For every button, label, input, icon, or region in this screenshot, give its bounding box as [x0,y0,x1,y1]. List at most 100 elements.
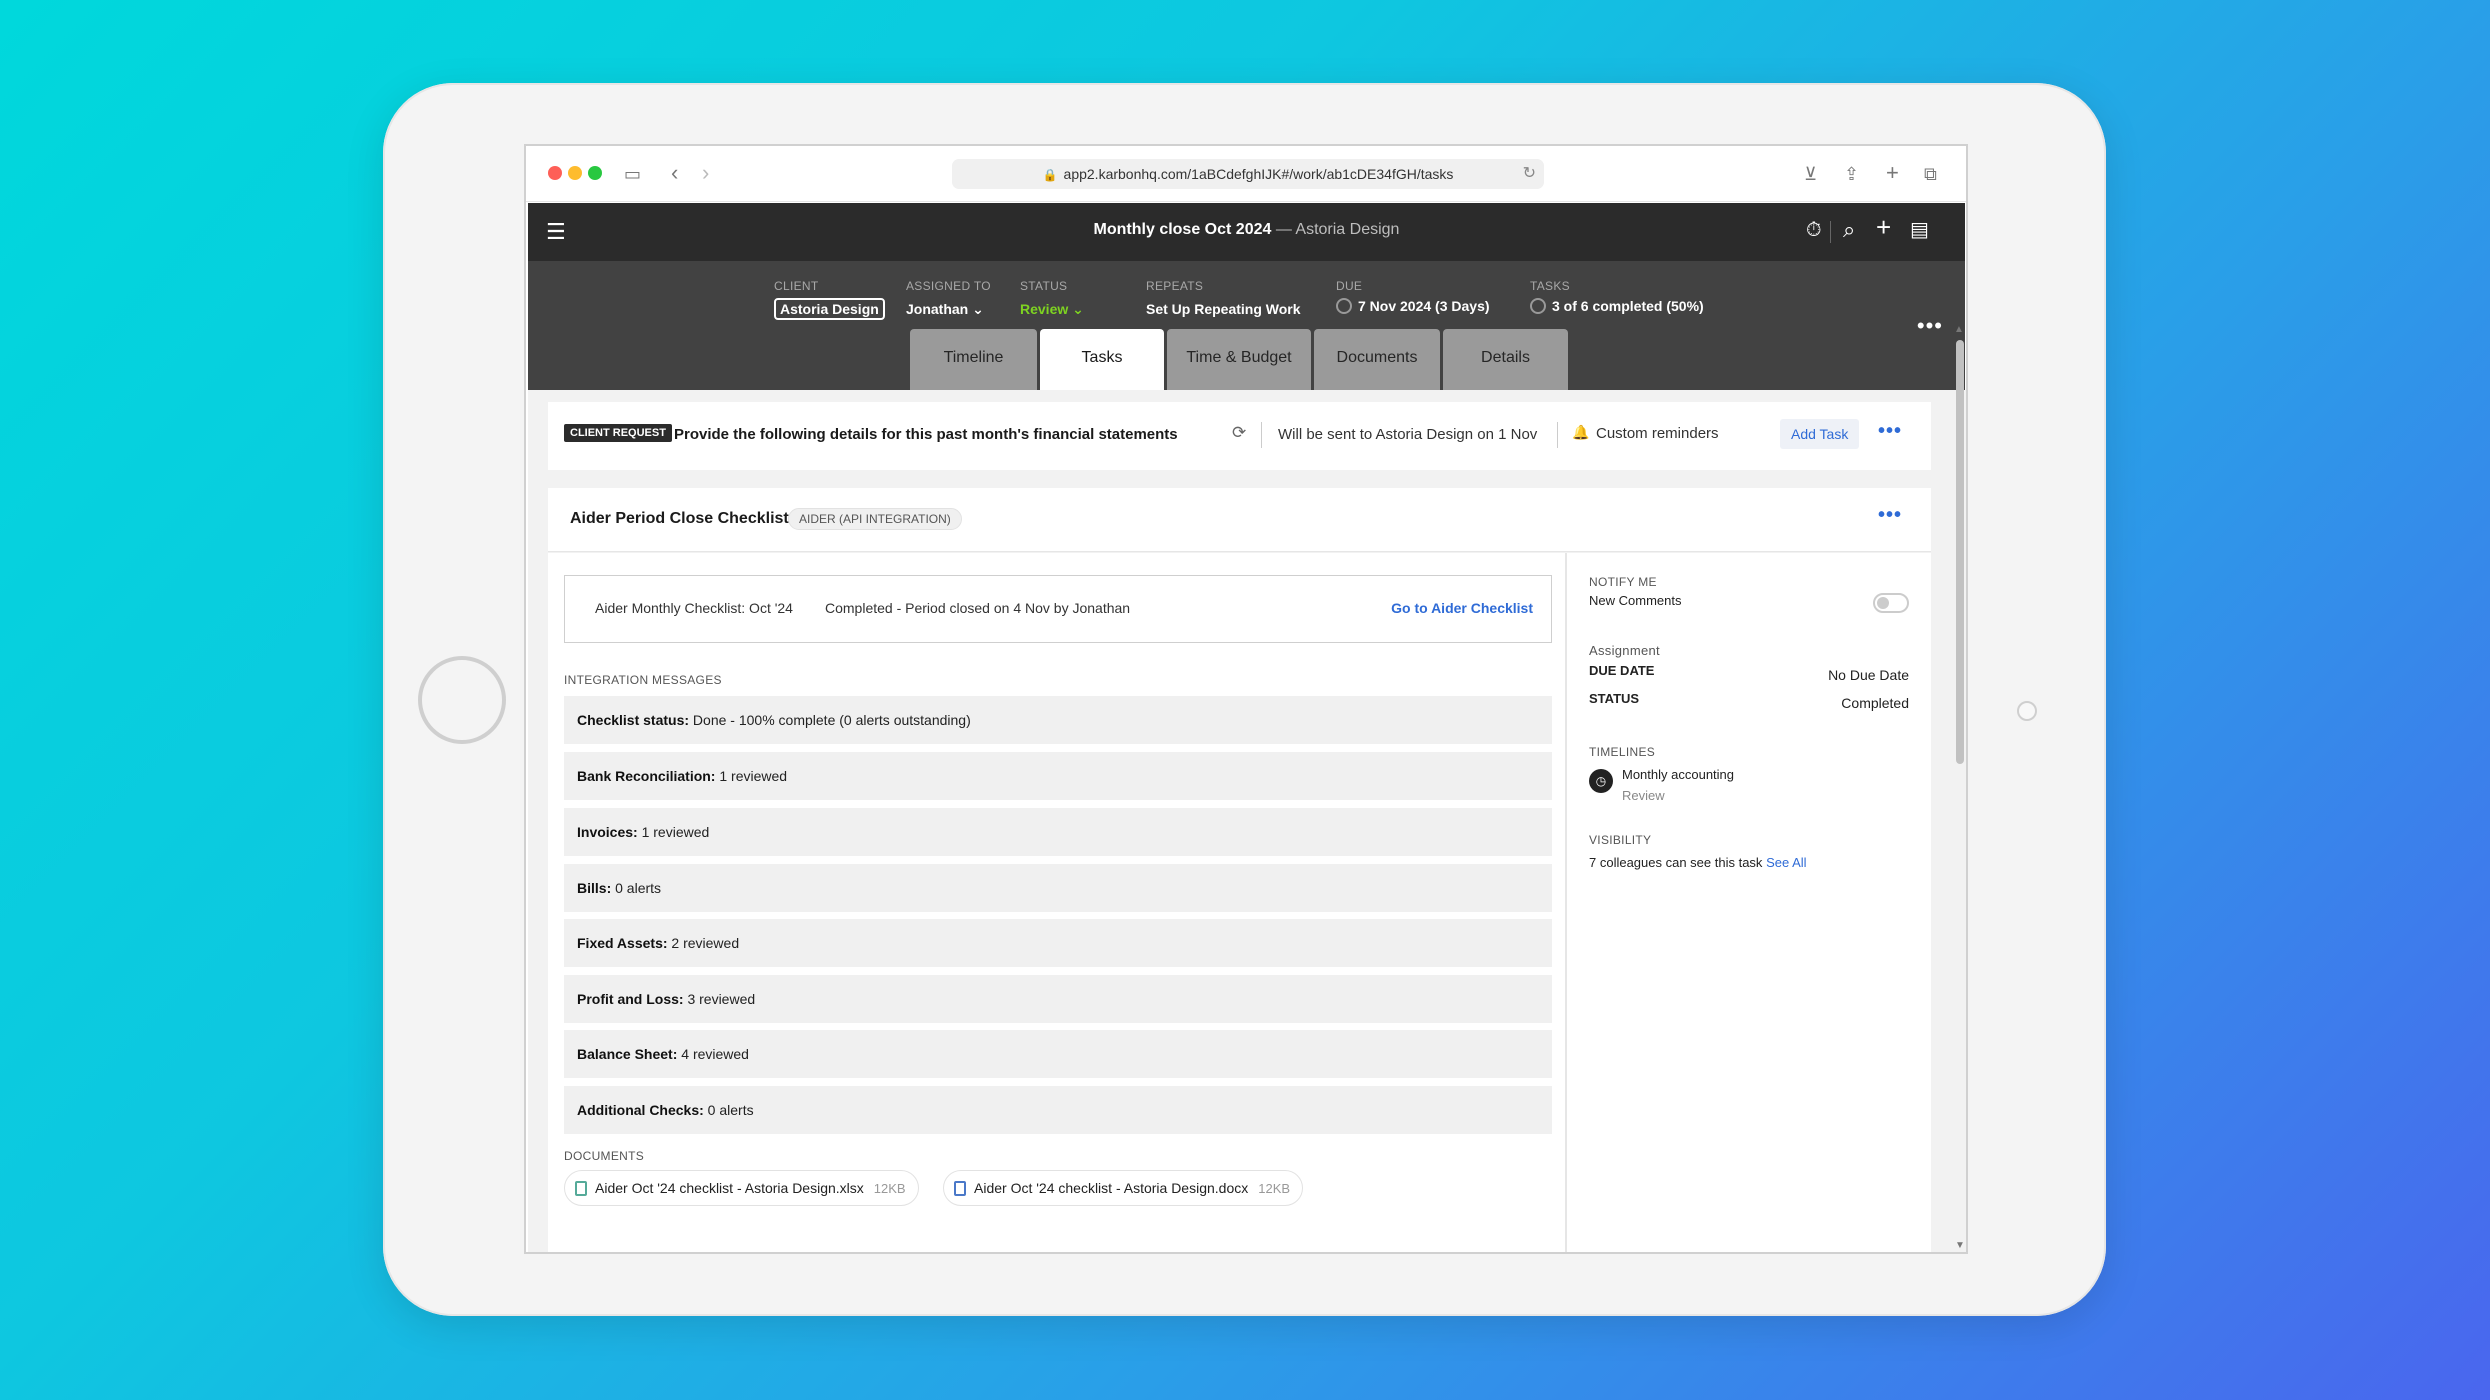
timer-icon[interactable]: ⏱ [1806,216,1822,244]
message-key: Profit and Loss: [577,991,684,1007]
client-request-text[interactable]: Provide the following details for this p… [674,426,1178,443]
checklist-header: Aider Period Close Checklist AIDER (API … [548,488,1931,552]
repeats-field[interactable]: REPEATS Set Up Repeating Work [1146,279,1301,317]
toggle-knob [1877,597,1889,609]
document-name: Aider Oct '24 checklist - Astoria Design… [595,1180,864,1196]
summary-name: Aider Monthly Checklist: Oct '24 [595,600,793,616]
scroll-thumb[interactable] [1956,340,1964,764]
visibility-count: 7 colleagues can see this task [1589,855,1763,870]
minimize-window-button[interactable] [568,166,582,180]
tab-documents[interactable]: Documents [1314,329,1440,390]
due-value: 7 Nov 2024 (3 Days) [1358,298,1490,314]
due-circle-icon [1336,298,1352,314]
sidebar-toggle-icon[interactable]: ▭ [624,161,641,187]
client-field[interactable]: CLIENT Astoria Design [774,279,885,320]
scroll-down-icon[interactable]: ▼ [1955,1240,1965,1251]
checklist-main: Aider Monthly Checklist: Oct '24 Complet… [548,553,1565,1252]
url-text: app2.karbonhq.com/1aBCdefghIJK#/work/ab1… [1063,166,1454,182]
document-chip-docx[interactable]: Aider Oct '24 checklist - Astoria Design… [943,1170,1304,1206]
send-schedule-text: Will be sent to Astoria Design on 1 Nov [1278,426,1538,443]
chevron-down-icon: ⌄ [972,301,984,317]
forward-icon[interactable]: › [702,160,709,186]
client-chip[interactable]: Astoria Design [774,298,885,320]
maximize-window-button[interactable] [588,166,602,180]
more-options-icon[interactable]: ••• [1917,313,1943,339]
status-label: STATUS [1020,279,1068,293]
repeat-icon: ⟳ [1232,423,1247,442]
integration-message: Invoices: 1 reviewed [564,808,1552,856]
document-name: Aider Oct '24 checklist - Astoria Design… [974,1180,1249,1196]
see-all-link[interactable]: See All [1766,855,1806,870]
due-label: DUE [1336,279,1363,293]
share-icon[interactable]: ⇪ [1844,161,1859,187]
message-value: 0 alerts [703,1102,754,1118]
custom-reminders[interactable]: Custom reminders [1596,425,1719,442]
assigned-field[interactable]: ASSIGNED TO Jonathan ⌄ [906,279,991,318]
home-button [418,656,506,744]
new-tab-icon[interactable]: + [1886,160,1899,186]
message-key: Invoices: [577,824,638,840]
spreadsheet-file-icon [575,1181,587,1196]
status-value[interactable]: Completed [1841,695,1909,711]
integration-message: Profit and Loss: 3 reviewed [564,975,1552,1023]
message-key: Fixed Assets: [577,935,668,951]
close-window-button[interactable] [548,166,562,180]
add-task-button[interactable]: Add Task [1780,419,1860,449]
due-date-label: DUE DATE [1589,663,1655,678]
page-title: Monthly close Oct 2024 — Astoria Design [528,221,1965,239]
chevron-down-icon: ⌄ [1072,301,1084,317]
new-comments-label: New Comments [1589,593,1682,608]
due-date-value[interactable]: No Due Date [1828,667,1909,683]
camera [2017,701,2037,721]
download-icon[interactable]: ⊻ [1804,161,1817,187]
integration-message: Bank Reconciliation: 1 reviewed [564,752,1552,800]
message-value: 2 reviewed [667,935,740,951]
message-key: Additional Checks: [577,1102,704,1118]
tasks-progress-icon [1530,298,1546,314]
word-file-icon [954,1181,966,1196]
client-request-badge: CLIENT REQUEST [564,424,672,442]
document-chip-xlsx[interactable]: Aider Oct '24 checklist - Astoria Design… [564,1170,919,1206]
new-comments-toggle[interactable] [1873,593,1909,613]
due-field[interactable]: DUE 7 Nov 2024 (3 Days) [1336,279,1490,314]
scroll-up-icon[interactable]: ▲ [1954,324,1964,335]
integration-tag: AIDER (API INTEGRATION) [788,508,962,530]
notify-label: NOTIFY ME [1589,575,1657,589]
tab-tasks[interactable]: Tasks [1040,329,1164,390]
header-divider [1830,221,1831,243]
integration-message: Checklist status: Done - 100% complete (… [564,696,1552,744]
reload-icon[interactable]: ↻ [1523,159,1536,189]
tasks-value: 3 of 6 completed (50%) [1552,298,1704,314]
bell-icon: 🔔 [1572,424,1590,440]
timeline-name[interactable]: Monthly accounting [1622,767,1734,782]
app-header: ☰ Monthly close Oct 2024 — Astoria Desig… [528,203,1965,261]
tab-details[interactable]: Details [1443,329,1568,390]
go-to-aider-link[interactable]: Go to Aider Checklist [1391,600,1533,616]
tabs-overview-icon[interactable]: ⧉ [1924,161,1937,187]
back-icon[interactable]: ‹ [671,160,678,186]
search-icon[interactable]: ⌕ [1843,216,1855,244]
integration-message: Fixed Assets: 2 reviewed [564,919,1552,967]
tab-time-budget[interactable]: Time & Budget [1167,329,1311,390]
more-options-icon[interactable]: ••• [1878,504,1902,527]
visibility-text: 7 colleagues can see this task See All [1589,855,1807,870]
timelines-label: TIMELINES [1589,745,1656,759]
tasks-field[interactable]: TASKS 3 of 6 completed (50%) [1530,279,1704,314]
address-bar[interactable]: 🔒 app2.karbonhq.com/1aBCdefghIJK#/work/ab… [952,159,1544,189]
timeline-status: Review [1622,788,1665,803]
more-options-icon[interactable]: ••• [1878,420,1902,443]
message-value: Done - 100% complete (0 alerts outstandi… [689,712,971,728]
status-field[interactable]: STATUS Review ⌄ [1020,279,1084,318]
client-request-card[interactable]: CLIENT REQUEST Provide the following det… [548,402,1931,470]
status-label: STATUS [1589,691,1640,706]
assigned-value: Jonathan [906,301,969,317]
messages-label: INTEGRATION MESSAGES [564,673,722,687]
document-size: 12KB [1258,1181,1291,1196]
integration-message: Additional Checks: 0 alerts [564,1086,1552,1134]
tab-timeline[interactable]: Timeline [910,329,1037,390]
summary-status: Completed - Period closed on 4 Nov by Jo… [825,600,1131,616]
plus-icon[interactable]: + [1876,213,1891,241]
repeats-value[interactable]: Set Up Repeating Work [1146,301,1301,317]
scrollbar-track: ▲ [1952,322,1966,1240]
notes-icon[interactable]: ▤ [1910,216,1929,244]
